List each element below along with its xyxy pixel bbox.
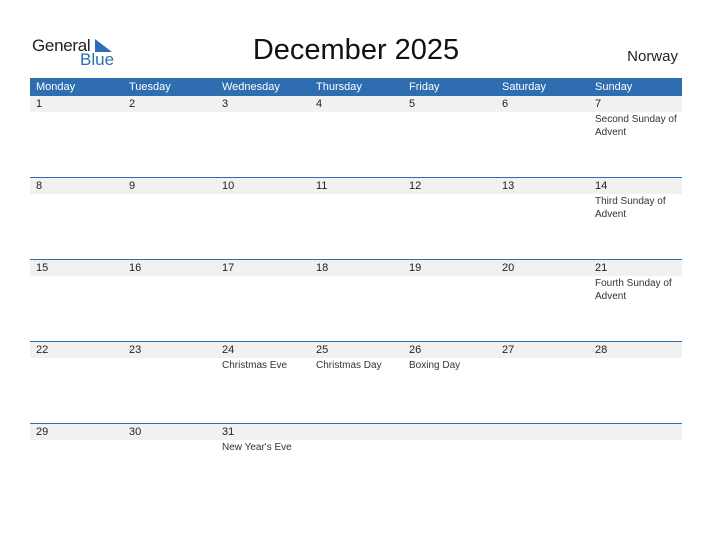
day-number: 18 (316, 262, 329, 274)
day-number: 1 (36, 98, 43, 110)
day-number: 2 (129, 98, 136, 110)
day-cell: 21 Fourth Sunday of Advent (589, 260, 682, 341)
day-number: 4 (316, 98, 323, 110)
day-number: 9 (129, 180, 136, 192)
day-cell: 12 (403, 178, 496, 259)
day-cell (403, 424, 496, 505)
week-row: 29 30 31 New Year's Eve (30, 423, 682, 505)
weekday-monday: Monday (36, 81, 76, 93)
day-cell: 15 (30, 260, 123, 341)
weekday-thursday: Thursday (316, 81, 362, 93)
day-cell: 18 (310, 260, 403, 341)
weekday-sunday: Sunday (595, 81, 633, 93)
day-number: 30 (129, 426, 142, 438)
day-number: 28 (595, 344, 608, 356)
day-cell: 29 (30, 424, 123, 505)
day-cell (589, 424, 682, 505)
holiday-label: Christmas Day (316, 360, 382, 371)
weekday-wednesday: Wednesday (222, 81, 280, 93)
day-number: 22 (36, 344, 49, 356)
day-number: 24 (222, 344, 235, 356)
holiday-label: Christmas Eve (222, 360, 288, 371)
day-number: 29 (36, 426, 49, 438)
day-number: 15 (36, 262, 49, 274)
weekday-header-row: Monday Tuesday Wednesday Thursday Friday… (30, 78, 682, 96)
holiday-label: Third Sunday of Advent (595, 196, 666, 220)
day-cell: 30 (123, 424, 216, 505)
weekday-friday: Friday (409, 81, 440, 93)
day-number: 26 (409, 344, 422, 356)
country-label: Norway (627, 48, 678, 65)
day-number: 25 (316, 344, 329, 356)
day-cell: 7 Second Sunday of Advent (589, 96, 682, 177)
week-row: 15 16 17 18 19 20 21 Fourth Sunday of Advent (30, 259, 682, 341)
day-number: 21 (595, 262, 608, 274)
day-number: 5 (409, 98, 416, 110)
day-cell: 20 (496, 260, 589, 341)
day-number (595, 424, 682, 440)
day-cell: 16 (123, 260, 216, 341)
day-number: 23 (129, 344, 142, 356)
day-number: 14 (595, 180, 608, 192)
day-number: 8 (36, 180, 43, 192)
holiday-label: Second Sunday of Advent (595, 114, 677, 138)
day-cell: 10 (216, 178, 310, 259)
day-cell: 27 (496, 342, 589, 423)
day-number: 19 (409, 262, 422, 274)
day-cell (496, 424, 589, 505)
day-cell: 2 (123, 96, 216, 177)
calendar-grid: Monday Tuesday Wednesday Thursday Friday… (30, 78, 682, 505)
day-cell: 19 (403, 260, 496, 341)
day-cell: 5 (403, 96, 496, 177)
day-number: 3 (222, 98, 229, 110)
day-number: 11 (316, 180, 328, 192)
day-cell: 31 New Year's Eve (216, 424, 310, 505)
day-number: 16 (129, 262, 142, 274)
day-number: 6 (502, 98, 509, 110)
holiday-label: New Year's Eve (222, 442, 292, 453)
day-number (409, 424, 496, 440)
day-cell: 1 (30, 96, 123, 177)
calendar-title: December 2025 (252, 34, 460, 66)
day-cell: 26 Boxing Day (403, 342, 496, 423)
day-number: 31 (222, 426, 235, 438)
day-number: 12 (409, 180, 422, 192)
day-cell: 13 (496, 178, 589, 259)
day-cell: 4 (310, 96, 403, 177)
day-cell: 23 (123, 342, 216, 423)
day-number: 20 (502, 262, 515, 274)
day-cell: 28 (589, 342, 682, 423)
day-number (316, 424, 403, 440)
week-row: 22 23 24 Christmas Eve 25 Christmas Day 26 Boxi… (30, 341, 682, 423)
day-cell: 9 (123, 178, 216, 259)
day-cell: 22 (30, 342, 123, 423)
day-number (502, 424, 589, 440)
day-cell: 6 (496, 96, 589, 177)
day-cell (310, 424, 403, 505)
day-cell: 8 (30, 178, 123, 259)
holiday-label: Fourth Sunday of Advent (595, 278, 672, 302)
day-cell: 17 (216, 260, 310, 341)
day-cell: 25 Christmas Day (310, 342, 403, 423)
day-cell: 11 (310, 178, 403, 259)
weekday-saturday: Saturday (502, 81, 547, 93)
day-number: 7 (595, 98, 602, 110)
day-number: 27 (502, 344, 515, 356)
week-row: 1 2 3 4 5 6 7 Second Sunday of Advent (30, 96, 682, 177)
day-number: 17 (222, 262, 235, 274)
week-row: 8 9 10 11 12 13 14 Third Sunday of Advent (30, 177, 682, 259)
holiday-label: Boxing Day (409, 360, 461, 371)
day-cell: 24 Christmas Eve (216, 342, 310, 423)
day-cell: 14 Third Sunday of Advent (589, 178, 682, 259)
day-cell: 3 (216, 96, 310, 177)
day-number: 13 (502, 180, 515, 192)
day-number: 10 (222, 180, 235, 192)
weekday-tuesday: Tuesday (129, 81, 171, 93)
